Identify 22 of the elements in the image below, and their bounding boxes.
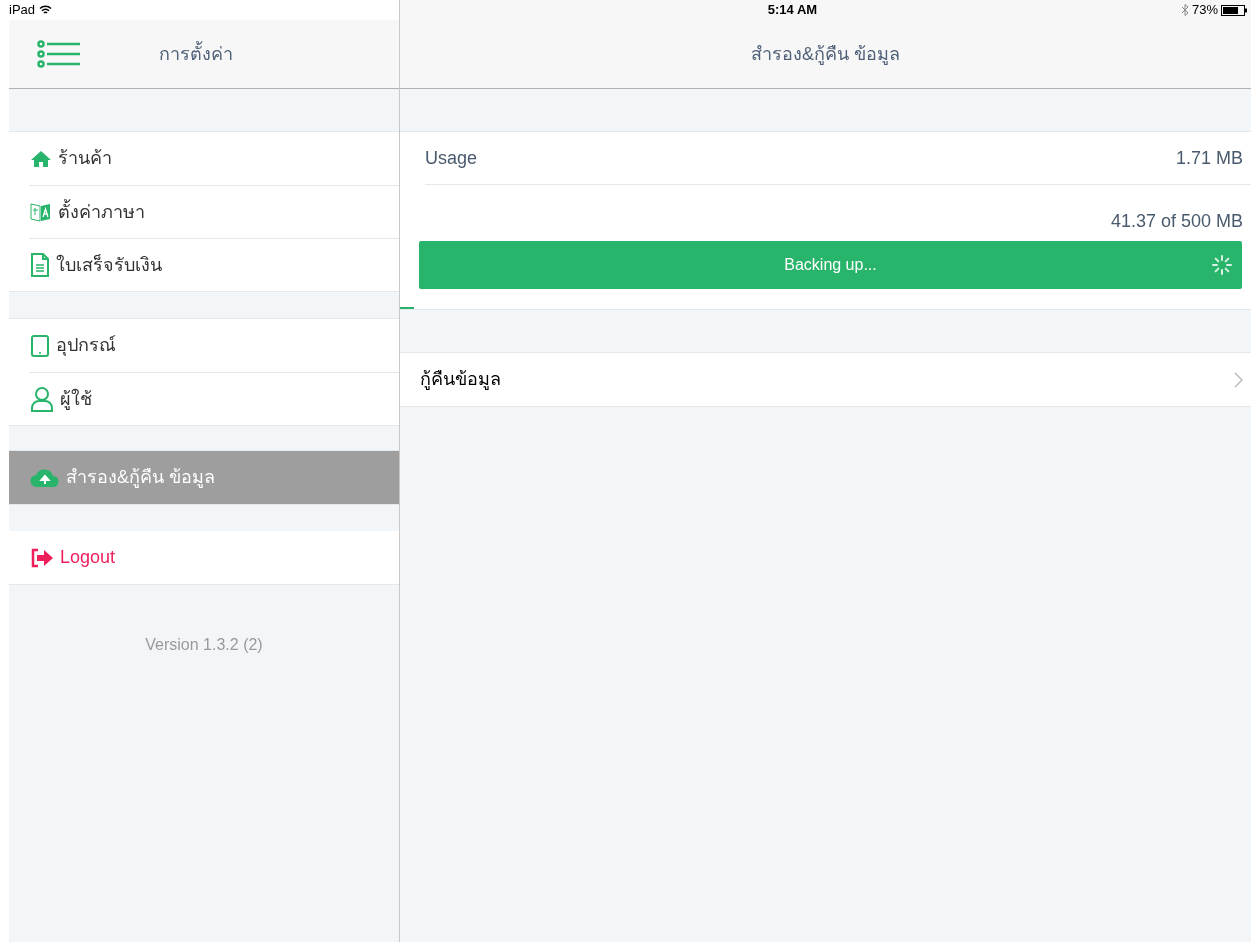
spinner-icon (1212, 255, 1232, 275)
usage-label: Usage (425, 146, 478, 170)
usage-value: 1.71 MB (1175, 146, 1243, 170)
battery-percent: 73% (1191, 1, 1218, 20)
wifi-icon (39, 5, 53, 15)
user-icon (30, 386, 54, 412)
document-icon (30, 253, 50, 277)
menu-icon[interactable] (37, 40, 82, 68)
chevron-icon (1234, 371, 1243, 388)
version-text: Version 1.3.2 (2) (144, 635, 264, 655)
battery-icon (1221, 4, 1247, 16)
storage-text: 41.37 of 500 MB (1110, 210, 1243, 233)
sidebar-title: การตั้งค่า (159, 40, 233, 66)
page-title: สำรอง&กู้คืน ข้อมูล (751, 42, 900, 67)
logout-icon (30, 547, 54, 568)
cloud-upload-icon (30, 467, 60, 488)
bluetooth-icon (1180, 4, 1189, 16)
home-icon (30, 149, 52, 168)
language-icon (30, 202, 52, 222)
device-name: iPad (9, 1, 36, 20)
tablet-icon (30, 334, 50, 357)
status-time: 5:14 AM (767, 1, 818, 20)
